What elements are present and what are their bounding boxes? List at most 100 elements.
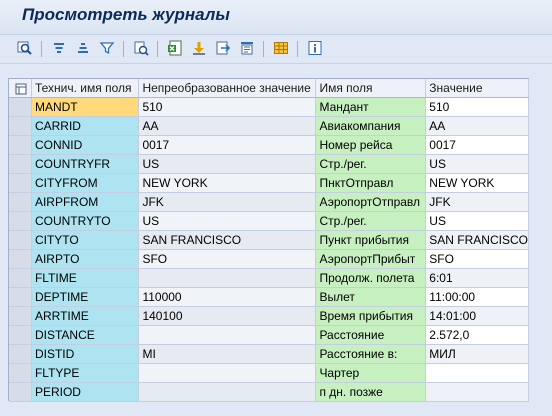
row-selector[interactable]	[9, 135, 32, 155]
sort-ascending-button[interactable]	[50, 39, 68, 57]
raw-value-cell[interactable]: NEW YORK	[138, 173, 317, 193]
value-cell[interactable]: 0017	[425, 135, 529, 155]
field-name-cell[interactable]: Чартер	[315, 363, 427, 383]
row-selector[interactable]	[9, 249, 32, 269]
field-name-cell[interactable]: Стр./рег.	[315, 154, 427, 174]
table-row[interactable]: FLTYPE Чартер	[9, 363, 529, 383]
value-cell[interactable]: US	[425, 211, 529, 231]
field-name-cell[interactable]: АэропортОтправл	[315, 192, 427, 212]
field-name-cell[interactable]: Вылет	[315, 287, 427, 307]
tech-name-cell[interactable]: AIRPFROM	[31, 192, 140, 212]
row-selector[interactable]	[9, 344, 32, 364]
value-cell[interactable]: JFK	[425, 192, 529, 212]
table-row[interactable]: CONNID 0017 Номер рейса 0017	[9, 135, 529, 155]
table-row[interactable]: CITYTO SAN FRANCISCO Пункт прибытия SAN FRA…	[9, 230, 529, 250]
row-selector[interactable]	[9, 211, 32, 231]
column-header-tech-name[interactable]: Технич. имя поля	[31, 79, 140, 98]
tech-name-cell[interactable]: DISTID	[31, 344, 140, 364]
raw-value-cell[interactable]: SFO	[138, 249, 317, 269]
find-button[interactable]	[16, 39, 34, 57]
value-cell[interactable]: 11:00:00	[425, 287, 529, 307]
row-selector[interactable]	[9, 382, 32, 402]
field-name-cell[interactable]: Номер рейса	[315, 135, 427, 155]
filter-button[interactable]	[98, 39, 116, 57]
details-button[interactable]	[132, 39, 150, 57]
table-row[interactable]: AIRPFROM JFK АэропортОтправл JFK	[9, 192, 529, 212]
export-excel-button[interactable]	[166, 39, 184, 57]
table-row[interactable]: DEPTIME 110000 Вылет 11:00:00	[9, 287, 529, 307]
raw-value-cell[interactable]: JFK	[138, 192, 317, 212]
table-row[interactable]: PERIOD п дн. позже	[9, 382, 529, 402]
field-name-cell[interactable]: п дн. позже	[315, 382, 427, 402]
field-name-cell[interactable]: Пункт прибытия	[315, 230, 427, 250]
info-button[interactable]	[306, 39, 324, 57]
tech-name-cell[interactable]: CITYTO	[31, 230, 140, 250]
tech-name-cell[interactable]: COUNTRYFR	[31, 154, 140, 174]
value-cell[interactable]: US	[425, 154, 529, 174]
select-all-button[interactable]	[9, 79, 32, 98]
raw-value-cell[interactable]	[138, 382, 317, 402]
raw-value-cell[interactable]: US	[138, 211, 317, 231]
tech-name-cell[interactable]: ARRTIME	[31, 306, 140, 326]
field-name-cell[interactable]: Расстояние в:	[315, 344, 427, 364]
field-name-cell[interactable]: АэропортПрибыт	[315, 249, 427, 269]
field-name-cell[interactable]: Продолж. полета	[315, 268, 427, 288]
field-name-cell[interactable]: Авиакомпания	[315, 116, 427, 136]
row-selector[interactable]	[9, 268, 32, 288]
row-selector[interactable]	[9, 97, 32, 117]
raw-value-cell[interactable]: 510	[138, 97, 317, 117]
field-name-cell[interactable]: Стр./рег.	[315, 211, 427, 231]
raw-value-cell[interactable]: AA	[138, 116, 317, 136]
raw-value-cell[interactable]: 0017	[138, 135, 317, 155]
table-row[interactable]: COUNTRYFR US Стр./рег. US	[9, 154, 529, 174]
tech-name-cell[interactable]: FLTIME	[31, 268, 140, 288]
field-name-cell[interactable]: Расстояние	[315, 325, 427, 345]
table-row[interactable]: MANDT 510 Мандант 510	[9, 97, 529, 117]
row-selector[interactable]	[9, 287, 32, 307]
tech-name-cell[interactable]: PERIOD	[31, 382, 140, 402]
table-row[interactable]: CARRID AA Авиакомпания AA	[9, 116, 529, 136]
value-cell[interactable]: 14:01:00	[425, 306, 529, 326]
tech-name-cell[interactable]: DEPTIME	[31, 287, 140, 307]
raw-value-cell[interactable]: SAN FRANCISCO	[138, 230, 317, 250]
value-cell[interactable]: SAN FRANCISCO	[425, 230, 529, 250]
row-selector[interactable]	[9, 230, 32, 250]
row-selector[interactable]	[9, 325, 32, 345]
table-row[interactable]: DISTANCE Расстояние 2.572,0	[9, 325, 529, 345]
raw-value-cell[interactable]: MI	[138, 344, 317, 364]
value-cell[interactable]: 6:01	[425, 268, 529, 288]
value-cell[interactable]: SFO	[425, 249, 529, 269]
value-cell[interactable]: AA	[425, 116, 529, 136]
column-header-raw-value[interactable]: Непреобразованное значение	[138, 79, 317, 98]
row-selector[interactable]	[9, 363, 32, 383]
row-selector[interactable]	[9, 173, 32, 193]
raw-value-cell[interactable]	[138, 363, 317, 383]
row-selector[interactable]	[9, 306, 32, 326]
value-cell[interactable]: 510	[425, 97, 529, 117]
column-header-field-name[interactable]: Имя поля	[315, 79, 427, 98]
row-selector[interactable]	[9, 154, 32, 174]
table-row[interactable]: COUNTRYTO US Стр./рег. US	[9, 211, 529, 231]
row-selector[interactable]	[9, 192, 32, 212]
table-row[interactable]: FLTIME Продолж. полета 6:01	[9, 268, 529, 288]
raw-value-cell[interactable]: 110000	[138, 287, 317, 307]
sort-descending-button[interactable]	[74, 39, 92, 57]
field-name-cell[interactable]: Мандант	[315, 97, 427, 117]
tech-name-cell[interactable]: COUNTRYTO	[31, 211, 140, 231]
tech-name-cell[interactable]: CARRID	[31, 116, 140, 136]
tech-name-cell[interactable]: MANDT	[31, 97, 140, 117]
send-button[interactable]	[214, 39, 232, 57]
table-row[interactable]: CITYFROM NEW YORK ПнктОтправл NEW YORK	[9, 173, 529, 193]
value-cell[interactable]: NEW YORK	[425, 173, 529, 193]
table-row[interactable]: AIRPTO SFO АэропортПрибыт SFO	[9, 249, 529, 269]
raw-value-cell[interactable]	[138, 325, 317, 345]
value-cell[interactable]: 2.572,0	[425, 325, 529, 345]
field-name-cell[interactable]: ПнктОтправл	[315, 173, 427, 193]
value-cell[interactable]: МИЛ	[425, 344, 529, 364]
tech-name-cell[interactable]: CONNID	[31, 135, 140, 155]
table-row[interactable]: ARRTIME 140100 Время прибытия 14:01:00	[9, 306, 529, 326]
print-button[interactable]	[238, 39, 256, 57]
table-row[interactable]: DISTID MI Расстояние в: МИЛ	[9, 344, 529, 364]
tech-name-cell[interactable]: DISTANCE	[31, 325, 140, 345]
column-header-value[interactable]: Значение	[425, 79, 529, 98]
